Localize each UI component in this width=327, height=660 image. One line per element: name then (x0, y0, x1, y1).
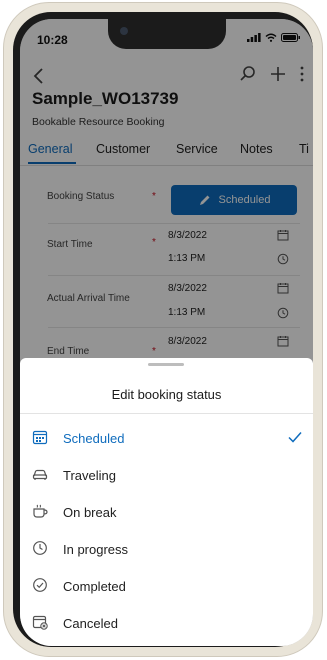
status-option-label: Completed (63, 579, 126, 594)
calendar-cancel-icon (32, 615, 48, 630)
status-option-on-break[interactable]: On break (20, 495, 313, 531)
status-option-in-progress[interactable]: In progress (20, 532, 313, 568)
checkmark-icon (288, 432, 302, 443)
sheet-drag-handle[interactable] (148, 363, 184, 366)
sheet-title: Edit booking status (111, 387, 222, 402)
status-option-canceled[interactable]: Canceled (20, 606, 313, 642)
sheet-divider (20, 413, 313, 414)
status-option-completed[interactable]: Completed (20, 569, 313, 605)
status-option-traveling[interactable]: Traveling (20, 458, 313, 494)
camera (120, 27, 128, 35)
coffee-icon (33, 504, 48, 518)
status-option-label: Scheduled (63, 431, 125, 446)
status-option-label: Traveling (63, 468, 116, 483)
car-icon (32, 469, 48, 480)
status-option-label: On break (63, 505, 117, 520)
status-option-label: In progress (63, 542, 129, 557)
clock-icon (33, 541, 47, 555)
check-circle-icon (33, 578, 47, 592)
phone-screen: 10:28 Sample_WO13739 Bookable Resource B… (20, 19, 313, 646)
calendar-icon (32, 430, 48, 445)
status-option-label: Canceled (63, 616, 118, 631)
notch (108, 19, 226, 49)
edit-status-bottom-sheet: Edit booking status Scheduled Traveling … (20, 358, 313, 646)
status-option-scheduled[interactable]: Scheduled (20, 421, 313, 457)
